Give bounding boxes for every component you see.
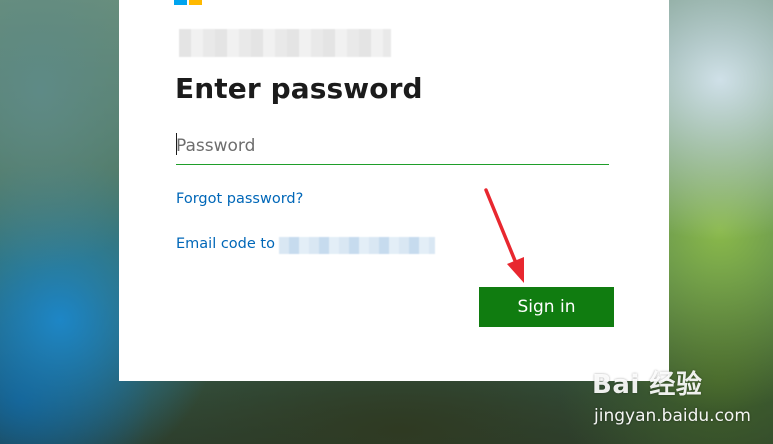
forgot-password-link[interactable]: Forgot password? bbox=[176, 191, 303, 207]
watermark-logo: Bai 经验 bbox=[592, 370, 703, 400]
blurred-background: Enter password Forgot password? Email co… bbox=[0, 0, 773, 444]
sign-in-button[interactable]: Sign in bbox=[479, 287, 614, 327]
page-title: Enter password bbox=[175, 72, 423, 105]
sign-in-card: Enter password Forgot password? Email co… bbox=[119, 0, 669, 381]
redacted-account-email bbox=[179, 29, 391, 57]
watermark-url: jingyan.baidu.com bbox=[594, 406, 751, 426]
red-arrow-icon bbox=[484, 188, 524, 283]
microsoft-logo-icon bbox=[174, 0, 204, 5]
password-input[interactable] bbox=[176, 128, 609, 165]
watermark: Bai 经验 jingyan.baidu.com bbox=[588, 362, 768, 434]
text-caret bbox=[176, 133, 177, 155]
email-code-link[interactable]: Email code to bbox=[176, 236, 275, 252]
redacted-email-address bbox=[279, 237, 435, 254]
